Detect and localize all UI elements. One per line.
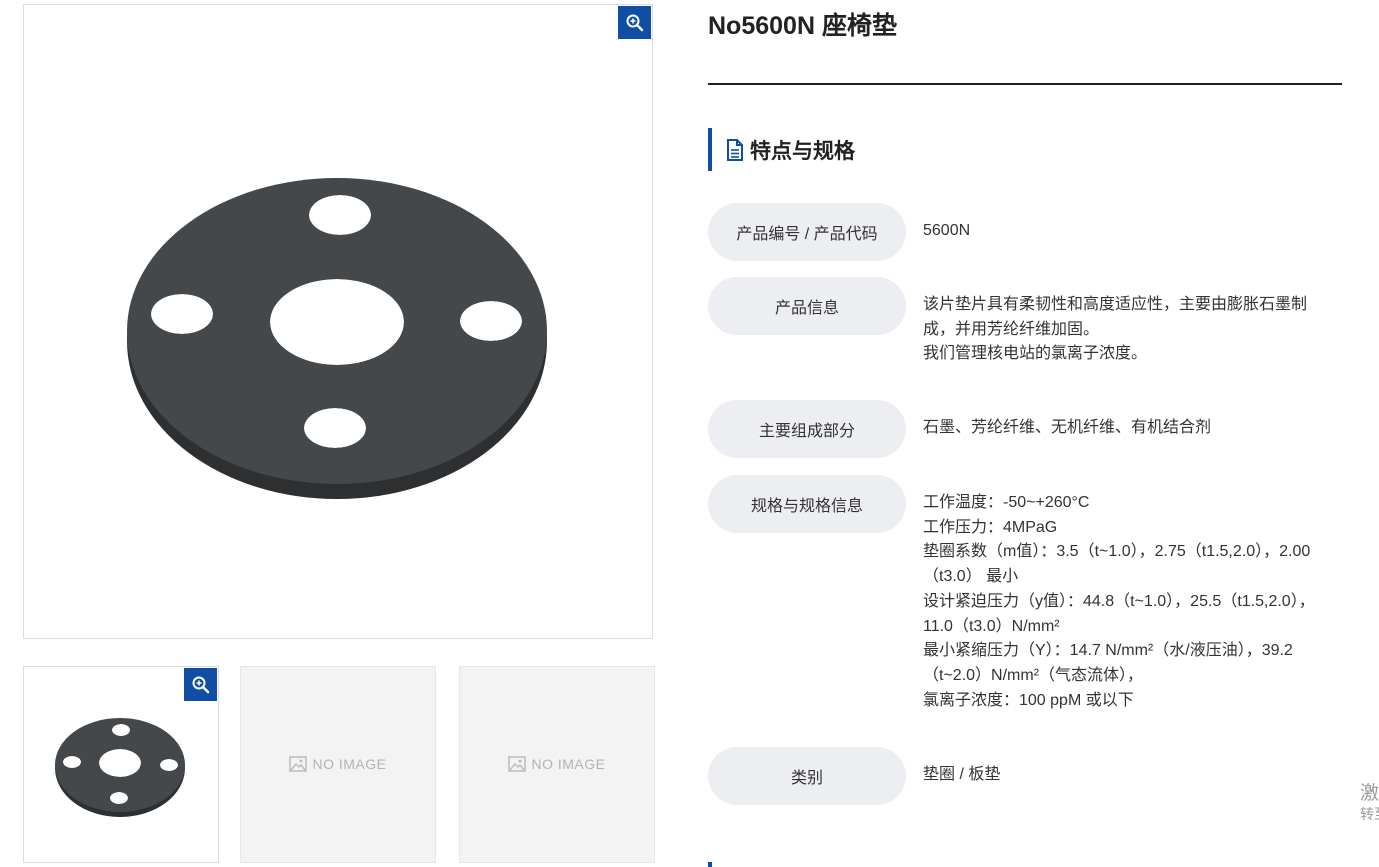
spec-value: 5600N: [923, 219, 1333, 244]
zoom-in-icon: [192, 676, 209, 693]
spec-value: 工作温度：-50~+260°C 工作压力：4MPaG 垫圈系数（m值）：3.5（…: [923, 491, 1333, 713]
thumbnail-2[interactable]: NO IMAGE: [240, 666, 436, 863]
zoom-in-icon: [626, 14, 643, 31]
image-placeholder-icon: [289, 756, 308, 772]
next-section-marker: [708, 862, 712, 867]
spec-value-line: 5600N: [923, 222, 971, 239]
image-placeholder-icon: [508, 756, 527, 772]
side-widget-text[interactable]: 激: [1360, 778, 1379, 805]
spec-label: 主要组成部分: [708, 400, 906, 458]
spec-value: 垫圈 / 板垫: [923, 763, 1333, 788]
section-heading: 特点与规格: [708, 128, 855, 171]
thumbnail-1[interactable]: [23, 666, 219, 863]
spec-value-line: 最小紧缩压力（Y）：14.7 N/mm²（水/液压油），39.2（t~2.0）N…: [923, 642, 1293, 684]
no-image-label: NO IMAGE: [531, 756, 606, 772]
title-divider: [708, 83, 1342, 85]
spec-value: 该片垫片具有柔韧性和高度适应性，主要由膨胀石墨制成，并用芳纶纤维加固。 我们管理…: [923, 293, 1333, 367]
spec-value-line: 该片垫片具有柔韧性和高度适应性，主要由膨胀石墨制成，并用芳纶纤维加固。: [923, 296, 1308, 338]
section-heading-label: 特点与规格: [750, 139, 855, 163]
spec-label: 产品编号 / 产品代码: [708, 203, 906, 261]
spec-value-line: 垫圈 / 板垫: [923, 766, 1001, 783]
spec-value-line: 我们管理核电站的氯离子浓度。: [923, 345, 1148, 363]
spec-label: 产品信息: [708, 277, 906, 335]
spec-value-line: 石墨、芳纶纤维、无机纤维、有机结合剂: [923, 419, 1212, 436]
thumbnail-3[interactable]: NO IMAGE: [459, 666, 655, 863]
product-title: No5600N 座椅垫: [708, 12, 897, 40]
spec-value-line: 垫圈系数（m值）：3.5（t~1.0），2.75（t1.5,2.0），2.00（…: [923, 543, 1311, 586]
thumbnail-zoom-button[interactable]: [184, 668, 217, 701]
gasket-image: [127, 178, 547, 499]
main-zoom-button[interactable]: [618, 6, 651, 39]
no-image-label: NO IMAGE: [312, 756, 387, 772]
side-widget-subtext[interactable]: 转至: [1360, 804, 1379, 824]
document-icon: [727, 138, 743, 161]
spec-value-line: 设计紧迫压力（y值）：44.8（t~1.0），25.5（t1.5,2.0），11…: [923, 592, 1315, 635]
spec-value-line: 工作温度：-50~+260°C: [923, 494, 1090, 511]
spec-value-line: 氯离子浓度：100 ppM 或以下: [923, 691, 1134, 709]
main-product-image[interactable]: [23, 4, 653, 639]
spec-label: 规格与规格信息: [708, 475, 906, 533]
spec-label: 类别: [708, 747, 906, 805]
spec-value: 石墨、芳纶纤维、无机纤维、有机结合剂: [923, 416, 1333, 441]
spec-value-line: 工作压力：4MPaG: [923, 518, 1058, 536]
